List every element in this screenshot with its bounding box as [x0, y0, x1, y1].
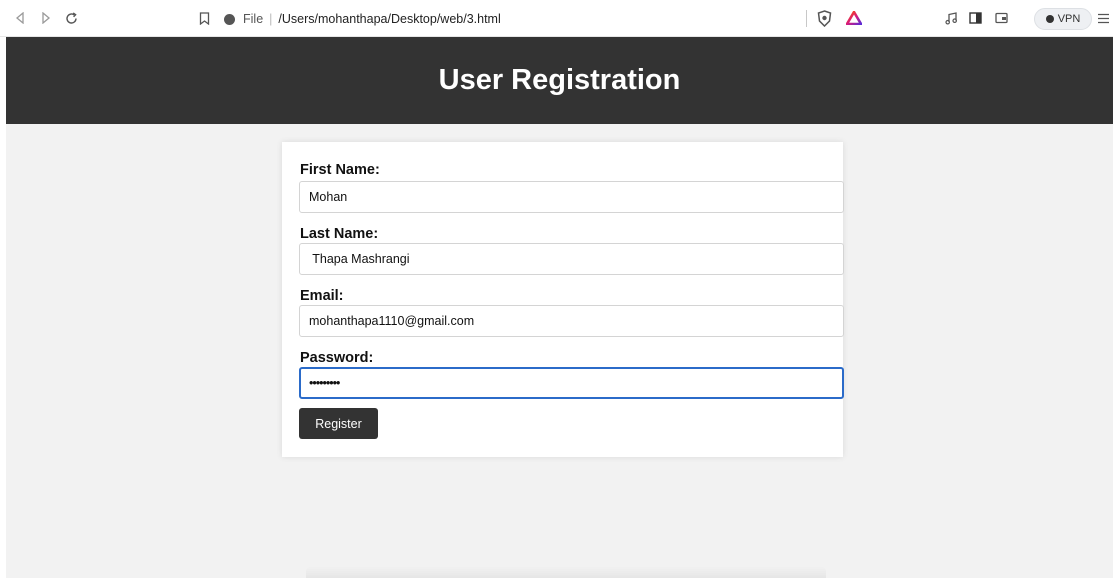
address-url: /Users/mohanthapa/Desktop/web/3.html: [278, 12, 501, 26]
first-name-input[interactable]: Mohan: [299, 181, 844, 213]
email-label: Email:: [300, 288, 344, 304]
email-input[interactable]: mohanthapa1110@gmail.com: [299, 305, 844, 337]
hamburger-menu-icon[interactable]: [1094, 9, 1112, 27]
page-viewport: User Registration First Name: Mohan Last…: [6, 37, 1113, 578]
register-button[interactable]: Register: [299, 408, 378, 439]
vpn-status-icon: [1045, 15, 1054, 23]
bookmark-icon[interactable]: [195, 9, 213, 27]
wallet-icon[interactable]: [992, 9, 1010, 27]
toolbar-divider: [806, 10, 807, 27]
forward-arrow-icon[interactable]: [37, 9, 55, 27]
password-label: Password:: [300, 350, 374, 366]
first-name-label: First Name:: [300, 162, 380, 178]
brave-rewards-icon[interactable]: [845, 9, 863, 27]
back-arrow-icon[interactable]: [11, 9, 29, 27]
vpn-label: VPN: [1057, 13, 1081, 25]
registration-form: First Name: Mohan Last Name: Thapa Mashr…: [282, 142, 844, 457]
sidebar-icon[interactable]: [966, 9, 984, 27]
address-scheme: File: [243, 12, 264, 26]
reload-icon[interactable]: [62, 9, 80, 27]
last-name-label: Last Name:: [300, 226, 379, 242]
info-icon[interactable]: [224, 13, 235, 25]
last-name-input[interactable]: Thapa Mashrangi: [299, 243, 844, 275]
address-separator: |: [269, 12, 273, 26]
bottom-shadow: [306, 566, 826, 578]
browser-toolbar: File | /Users/mohanthapa/Desktop/web/3.h…: [0, 0, 1113, 37]
vpn-button[interactable]: VPN: [1034, 8, 1092, 30]
address-bar[interactable]: File | /Users/mohanthapa/Desktop/web/3.h…: [224, 8, 501, 30]
music-note-icon[interactable]: [942, 9, 960, 27]
password-input[interactable]: •••••••••: [299, 367, 844, 399]
page-title: User Registration: [438, 64, 681, 96]
brave-shield-icon[interactable]: [815, 9, 833, 27]
page-header: User Registration: [6, 37, 1113, 124]
